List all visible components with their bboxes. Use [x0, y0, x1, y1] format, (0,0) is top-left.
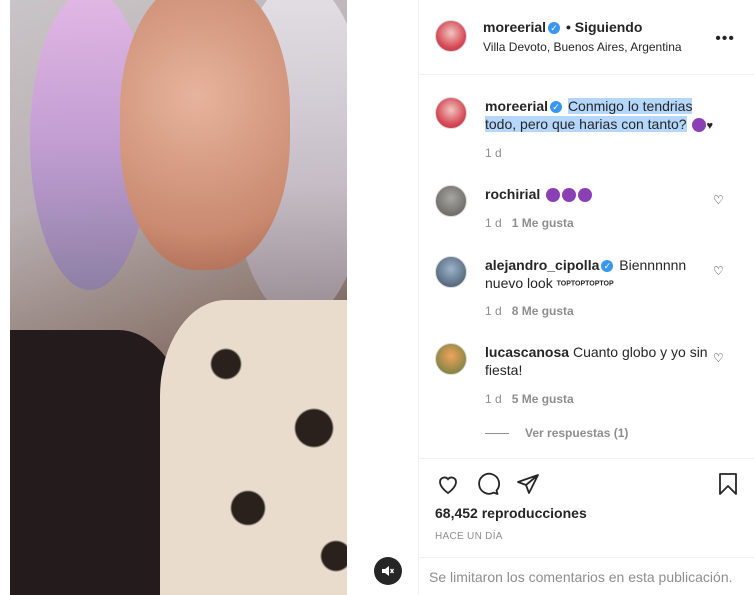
- more-options-icon[interactable]: •••: [715, 30, 735, 48]
- black-heart-icon: ♥: [706, 120, 714, 132]
- devil-emoji-icon: [578, 188, 593, 203]
- comment-meta: 1 d 8 Me gusta: [485, 304, 574, 318]
- comment-likes[interactable]: 8 Me gusta: [512, 304, 574, 318]
- comment-like-heart-icon[interactable]: ♡: [713, 193, 724, 207]
- speaker-muted-icon: [382, 566, 395, 576]
- post-modal: moreerial ✓ • Siguiendo Villa Devoto, Bue…: [0, 0, 754, 595]
- share-icon[interactable]: [515, 471, 541, 497]
- author-username[interactable]: moreerial: [483, 19, 546, 35]
- following-label[interactable]: • Siguiendo: [566, 19, 642, 35]
- post-actions: 68,452 reproducciones HACE UN DÍA Se lim…: [419, 458, 754, 595]
- devil-emoji-icon: [562, 188, 577, 203]
- post-location[interactable]: Villa Devoto, Buenos Aires, Argentina: [483, 40, 682, 54]
- post-header: moreerial ✓ • Siguiendo Villa Devoto, Bue…: [419, 0, 754, 75]
- comment-meta: 1 d 5 Me gusta: [485, 392, 574, 406]
- views-count[interactable]: 68,452 reproducciones: [435, 505, 587, 521]
- comment-likes[interactable]: 1 Me gusta: [512, 216, 574, 230]
- caption-username[interactable]: moreerial: [485, 98, 548, 114]
- comment-username[interactable]: alejandro_cipolla: [485, 257, 599, 273]
- devil-emoji-icon: [546, 188, 561, 203]
- comment-item: lucascanosa Cuanto globo y yo sin fiesta…: [485, 343, 717, 379]
- video-jacket: [160, 300, 347, 595]
- save-bookmark-icon[interactable]: [715, 471, 741, 497]
- comment-username[interactable]: lucascanosa: [485, 344, 569, 360]
- comment-time[interactable]: 1 d: [485, 216, 502, 230]
- comment-time[interactable]: 1 d: [485, 392, 502, 406]
- comment-bubble-icon[interactable]: [475, 471, 501, 497]
- devil-emoji-icon: [692, 118, 707, 133]
- comment-svg: [478, 472, 500, 495]
- caption-avatar[interactable]: [435, 97, 467, 129]
- comment-like-heart-icon[interactable]: ♡: [713, 351, 724, 365]
- comment-item: rochirial: [485, 185, 717, 203]
- comment-text-suffix: TOPTOPTOPTOP: [556, 280, 614, 288]
- verified-icon: ✓: [548, 22, 561, 35]
- comment-username[interactable]: rochirial: [485, 186, 540, 202]
- comments-limited-notice: Se limitaron los comentarios en esta pub…: [419, 557, 754, 595]
- like-heart-icon[interactable]: [435, 471, 461, 497]
- comment-item: alejandro_cipolla ✓ Biennnnnn nuevo look …: [485, 256, 717, 293]
- comment-avatar[interactable]: [435, 256, 467, 288]
- replies-divider: [485, 433, 509, 435]
- verified-icon: ✓: [550, 101, 563, 114]
- comment-time[interactable]: 1 d: [485, 304, 502, 318]
- comment-avatar[interactable]: [435, 343, 467, 375]
- bookmark-svg: [719, 473, 737, 495]
- comment-meta: 1 d 1 Me gusta: [485, 216, 574, 230]
- caption-time[interactable]: 1 d: [485, 146, 502, 160]
- caption: moreerial ✓ Conmigo lo tendrias todo, per…: [485, 97, 717, 135]
- comment-like-heart-icon[interactable]: ♡: [713, 264, 724, 278]
- view-replies-button[interactable]: Ver respuestas (1): [485, 426, 628, 440]
- verified-icon: ✓: [601, 260, 614, 273]
- share-svg: [517, 474, 539, 494]
- comment-likes[interactable]: 5 Me gusta: [512, 392, 574, 406]
- author-avatar[interactable]: [435, 20, 467, 52]
- video-face: [120, 0, 290, 270]
- comment-avatar[interactable]: [435, 185, 467, 217]
- post-panel: moreerial ✓ • Siguiendo Villa Devoto, Bue…: [418, 0, 754, 595]
- media-area: [0, 0, 418, 595]
- mute-button[interactable]: [374, 557, 402, 585]
- view-replies-label: Ver respuestas (1): [525, 426, 629, 440]
- post-timestamp[interactable]: HACE UN DÍA: [435, 531, 503, 542]
- heart-svg: [439, 476, 457, 495]
- author-line: moreerial ✓ • Siguiendo: [483, 19, 642, 35]
- post-video[interactable]: [10, 0, 347, 595]
